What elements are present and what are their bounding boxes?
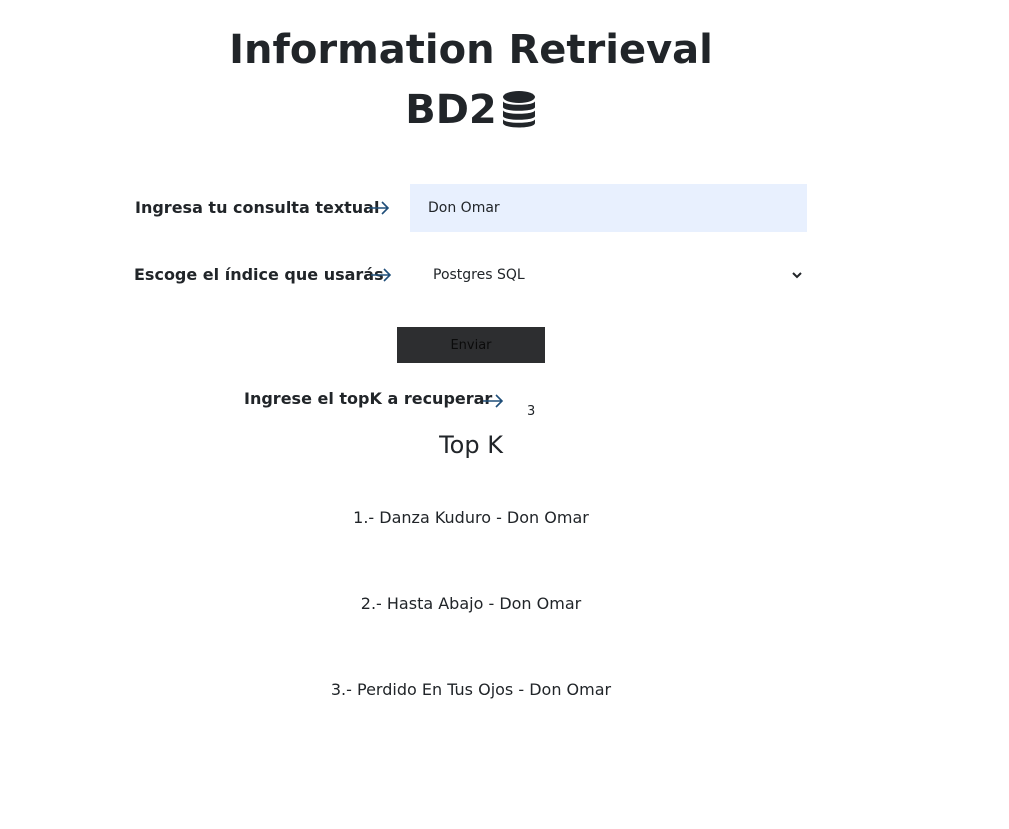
topk-input[interactable] <box>520 400 560 422</box>
index-select[interactable]: Postgres SQL <box>410 258 807 292</box>
page-title: Information Retrieval <box>229 27 713 73</box>
database-icon <box>502 91 535 128</box>
query-text-input[interactable] <box>410 184 807 232</box>
results-list: 1.- Danza Kuduro - Don Omar 2.- Hasta Ab… <box>0 508 942 766</box>
arrow-right-icon <box>483 394 504 408</box>
chevron-down-icon <box>792 272 802 279</box>
index-select-label: Escoge el índice que usarás <box>134 265 384 284</box>
result-item: 3.- Perdido En Tus Ojos - Don Omar <box>330 680 612 699</box>
result-item: 2.- Hasta Abajo - Don Omar <box>360 594 582 613</box>
page-subtitle: BD2 <box>0 86 942 134</box>
subtitle-text: BD2 <box>405 87 497 133</box>
topk-label: Ingrese el topK a recuperar <box>244 389 493 408</box>
query-text-label: Ingresa tu consulta textual <box>135 198 380 217</box>
submit-button[interactable]: Enviar <box>397 327 545 363</box>
result-item: 1.- Danza Kuduro - Don Omar <box>353 508 589 527</box>
results-heading: Top K <box>439 431 503 459</box>
arrow-right-icon <box>371 268 392 282</box>
index-select-value: Postgres SQL <box>433 267 525 283</box>
arrow-right-icon <box>369 201 390 215</box>
